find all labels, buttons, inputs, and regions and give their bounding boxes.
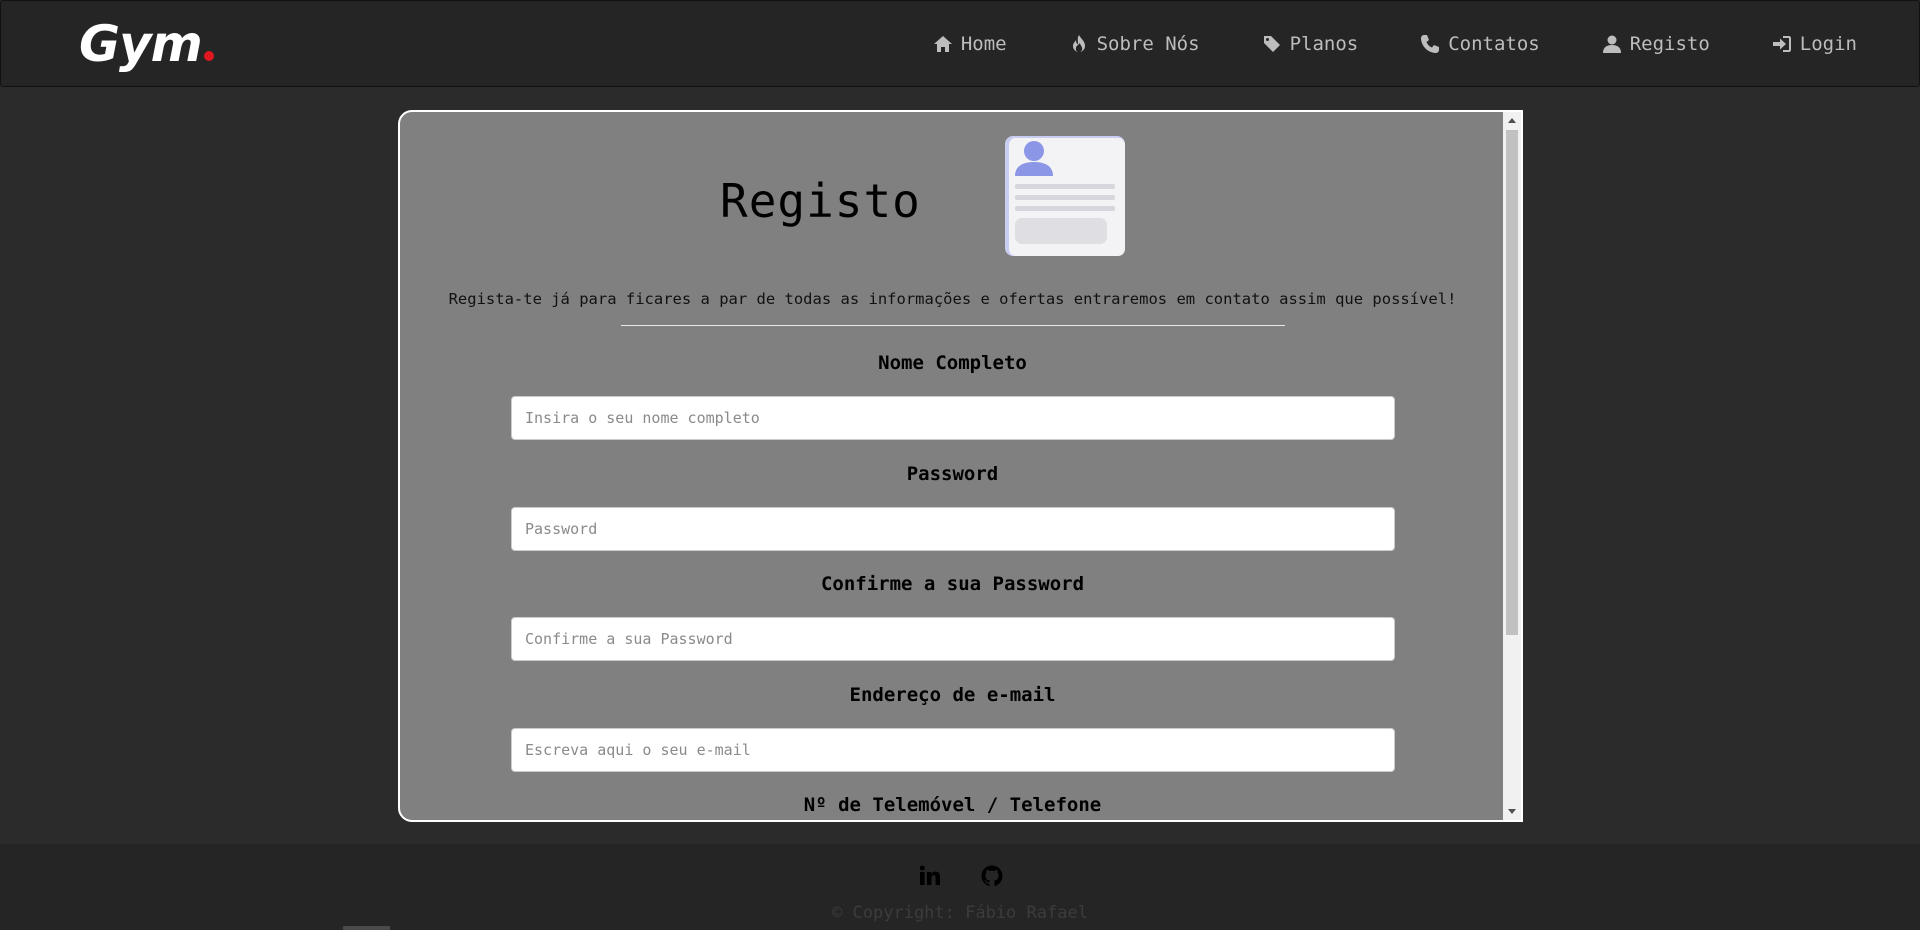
label-phone: Nº de Telemóvel / Telefone xyxy=(803,794,1102,816)
label-password: Password xyxy=(906,463,999,485)
footer: © Copyright: Fábio Rafael xyxy=(0,844,1920,930)
logo-dot xyxy=(203,51,214,61)
label-full-name: Nome Completo xyxy=(878,352,1027,374)
scroll-thumb[interactable] xyxy=(1506,130,1518,635)
nav-item-home[interactable]: Home xyxy=(933,31,1007,57)
linkedin-link[interactable] xyxy=(918,864,942,888)
tag-icon xyxy=(1263,36,1280,52)
nav-item-sobre-nos[interactable]: Sobre Nós xyxy=(1069,31,1200,57)
footer-decoration xyxy=(343,926,390,930)
nav-item-label: Login xyxy=(1799,33,1857,55)
label-confirm-password: Confirme a sua Password xyxy=(820,573,1085,595)
scroll-up-arrow-icon[interactable] xyxy=(1508,118,1516,123)
phone-icon xyxy=(1421,35,1440,53)
scroll-down-arrow-icon[interactable] xyxy=(1508,809,1516,814)
nav-item-label: Contatos xyxy=(1448,33,1540,55)
brand-logo[interactable]: Gym xyxy=(79,15,214,73)
login-icon xyxy=(1772,36,1791,52)
confirm-password-input[interactable] xyxy=(511,617,1395,661)
panel-scrollbar[interactable] xyxy=(1503,112,1521,820)
linkedin-icon xyxy=(919,865,940,885)
github-link[interactable] xyxy=(980,864,1004,888)
full-name-input[interactable] xyxy=(511,396,1395,440)
password-input[interactable] xyxy=(511,507,1395,551)
home-icon xyxy=(933,36,952,52)
form-subtitle: Regista-te já para ficares a par de toda… xyxy=(448,290,1457,308)
nav-item-label: Registo xyxy=(1629,33,1710,55)
page-title: Registo xyxy=(720,174,921,228)
nav-links: Home Sobre Nós Planos Contatos Registo L… xyxy=(933,31,1857,57)
email-input[interactable] xyxy=(511,728,1395,772)
nav-item-login[interactable]: Login xyxy=(1772,31,1857,57)
navbar: Gym Home Sobre Nós Planos Contatos Regis… xyxy=(0,0,1920,87)
social-links xyxy=(918,864,1004,888)
github-icon xyxy=(981,865,1003,886)
copyright-text: © Copyright: Fábio Rafael xyxy=(832,903,1088,923)
nav-item-contatos[interactable]: Contatos xyxy=(1420,31,1540,57)
divider xyxy=(621,325,1285,326)
nav-item-label: Planos xyxy=(1289,33,1359,55)
nav-item-registo[interactable]: Registo xyxy=(1602,31,1710,57)
label-email: Endereço de e-mail xyxy=(849,684,1056,706)
nav-item-planos[interactable]: Planos xyxy=(1262,31,1359,57)
registration-panel[interactable]: Registo Regista-te já para ficares a par… xyxy=(398,110,1523,822)
fire-icon xyxy=(1072,35,1085,53)
brand-name[interactable]: Gym xyxy=(79,15,203,73)
user-icon xyxy=(1602,35,1621,53)
nav-item-label: Home xyxy=(960,33,1007,55)
registration-card-illustration xyxy=(1005,136,1125,256)
nav-item-label: Sobre Nós xyxy=(1096,33,1200,55)
